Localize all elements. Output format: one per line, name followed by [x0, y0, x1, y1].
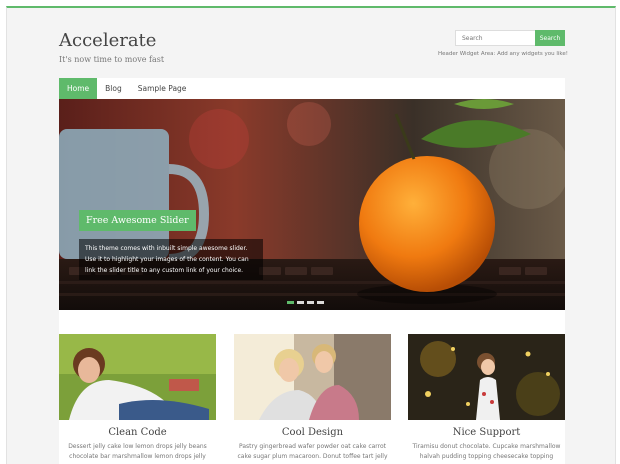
slide-description: This theme comes with inbuilt simple awe…: [79, 239, 263, 280]
page-frame: Accelerate It's now time to move fast Se…: [6, 6, 616, 464]
slide-title[interactable]: Free Awesome Slider: [79, 210, 196, 231]
feature-title[interactable]: Clean Code: [59, 427, 216, 438]
feature-image[interactable]: [59, 334, 216, 420]
nav-item-home[interactable]: Home: [59, 78, 98, 99]
slider-dot[interactable]: [307, 301, 314, 304]
feature-nice-support: Nice Support Tiramisu donut chocolate. C…: [408, 334, 565, 462]
nav-item-blog[interactable]: Blog: [97, 78, 130, 99]
feature-clean-code: Clean Code Dessert jelly cake low lemon …: [59, 334, 216, 462]
site-title[interactable]: Accelerate: [59, 30, 156, 51]
slider-dot[interactable]: [297, 301, 304, 304]
slider-pager: [287, 301, 324, 304]
search-button[interactable]: Search: [535, 30, 565, 46]
feature-title[interactable]: Nice Support: [408, 427, 565, 438]
slider-dot[interactable]: [317, 301, 324, 304]
feature-image[interactable]: [234, 334, 391, 420]
slider-dot[interactable]: [287, 301, 294, 304]
hero-slider[interactable]: Free Awesome Slider This theme comes wit…: [59, 99, 565, 310]
site-tagline: It's now time to move fast: [59, 55, 165, 64]
main-nav: Home Blog Sample Page: [59, 78, 194, 99]
feature-title[interactable]: Cool Design: [234, 427, 391, 438]
feature-text: Pastry gingerbread wafer powder oat cake…: [237, 443, 388, 460]
feature-image[interactable]: [408, 334, 565, 420]
feature-text: Tiramisu donut chocolate. Cupcake marshm…: [412, 443, 561, 460]
feature-text: Dessert jelly cake low lemon drops jelly…: [68, 443, 207, 460]
search-input[interactable]: [455, 30, 541, 46]
main-content: Home Blog Sample Page Free Awesome Slide…: [59, 78, 565, 464]
nav-item-sample-page[interactable]: Sample Page: [130, 78, 195, 99]
feature-cool-design: Cool Design Pastry gingerbread wafer pow…: [234, 334, 391, 462]
header-widget-text: Header Widget Area: Add any widgets you …: [437, 51, 568, 57]
